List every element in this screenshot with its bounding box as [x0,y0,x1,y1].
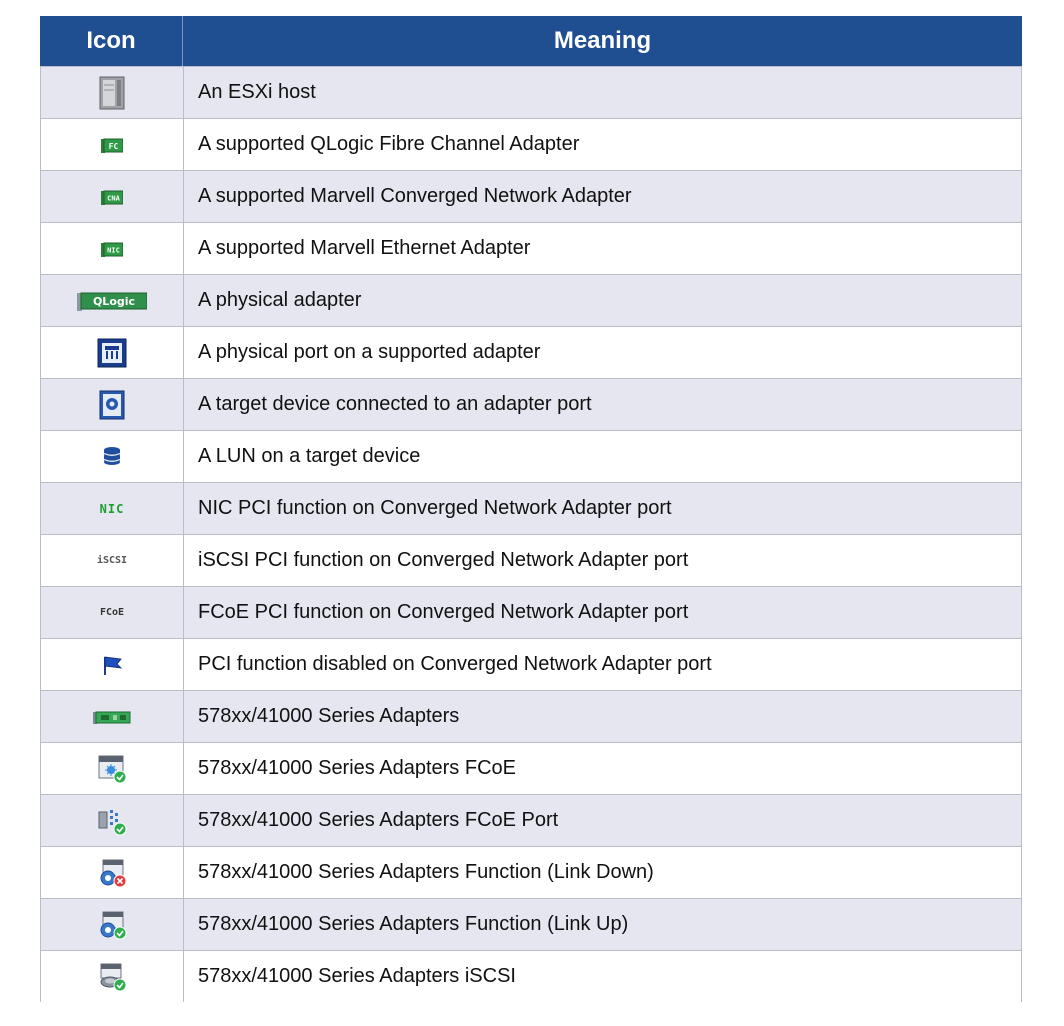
fcoe-function-icon-text: FCoE [99,607,125,618]
fc-adapter-icon: FC [95,128,129,162]
table-row: A physical port on a supported adapter [40,327,1022,379]
row-meaning: A LUN on a target device [198,445,421,467]
table-row: A LUN on a target device [40,431,1022,483]
nic-adapter-icon: NIC [95,232,129,266]
series-function-link-down-icon [95,856,129,890]
table-row: 578xx/41000 Series Adapters Function (Li… [40,899,1022,951]
table-row: FCoE FCoE PCI function on Converged Netw… [40,587,1022,639]
physical-adapter-icon: QLogic [76,284,148,318]
table-row: 578xx/41000 Series Adapters [40,691,1022,743]
row-meaning: NIC PCI function on Converged Network Ad… [198,497,672,519]
cna-adapter-icon: CNA [95,180,129,214]
table-row: An ESXi host [40,67,1022,119]
row-meaning: A target device connected to an adapter … [198,393,592,415]
row-meaning: 578xx/41000 Series Adapters Function (Li… [198,861,654,883]
cna-adapter-icon-text: CNA [107,194,120,202]
row-meaning: 578xx/41000 Series Adapters FCoE Port [198,809,559,831]
iscsi-function-icon-text: iSCSI [96,555,128,566]
table-row: A target device connected to an adapter … [40,379,1022,431]
disabled-function-icon [95,648,129,682]
table-row: NIC A supported Marvell Ethernet Adapter [40,223,1022,275]
table-header-row: Icon Meaning [40,16,1022,67]
table-row: PCI function disabled on Converged Netwo… [40,639,1022,691]
row-meaning: FCoE PCI function on Converged Network A… [198,601,689,623]
lun-icon [95,440,129,474]
row-meaning: 578xx/41000 Series Adapters FCoE [198,757,516,779]
row-meaning: A supported Marvell Converged Network Ad… [198,185,632,207]
row-meaning: PCI function disabled on Converged Netwo… [198,653,712,675]
row-meaning: iSCSI PCI function on Converged Network … [198,549,689,571]
fcoe-function-icon: FCoE [92,596,132,630]
row-meaning: A physical adapter [198,289,362,311]
row-meaning: 578xx/41000 Series Adapters Function (Li… [198,913,629,935]
table-row: iSCSI iSCSI PCI function on Converged Ne… [40,535,1022,587]
fc-adapter-icon-text: FC [109,142,119,151]
nic-adapter-icon-text: NIC [107,246,120,254]
table-row: 578xx/41000 Series Adapters FCoE Port [40,795,1022,847]
table-row: NIC NIC PCI function on Converged Networ… [40,483,1022,535]
series-fcoe-port-icon [95,804,129,838]
row-meaning: An ESXi host [198,81,316,103]
series-adapter-icon [92,700,132,734]
icon-column-header: Icon [40,16,183,66]
iscsi-function-icon: iSCSI [92,544,132,578]
table-row: QLogic A physical adapter [40,275,1022,327]
physical-adapter-icon-text: QLogic [93,295,135,308]
nic-function-icon: NIC [92,492,132,526]
row-meaning: 578xx/41000 Series Adapters [198,705,460,727]
table-row: FC A supported QLogic Fibre Channel Adap… [40,119,1022,171]
icon-legend-table: Icon Meaning An ESXi host FC A supported… [40,16,1022,1002]
row-meaning: A supported Marvell Ethernet Adapter [198,237,531,259]
series-fcoe-icon [95,752,129,786]
nic-function-icon-text: NIC [99,501,125,516]
table-row: CNA A supported Marvell Converged Networ… [40,171,1022,223]
row-meaning: A supported QLogic Fibre Channel Adapter [198,133,580,155]
row-meaning: A physical port on a supported adapter [198,341,541,363]
table-row: 578xx/41000 Series Adapters FCoE [40,743,1022,795]
target-device-icon [95,388,129,422]
series-function-link-up-icon [95,908,129,942]
series-iscsi-icon [95,960,129,994]
meaning-column-header: Meaning [553,27,652,54]
physical-port-icon [95,336,129,370]
row-meaning: 578xx/41000 Series Adapters iSCSI [198,965,516,987]
esxi-host-icon [95,76,129,110]
table-row: 578xx/41000 Series Adapters Function (Li… [40,847,1022,899]
table-row: 578xx/41000 Series Adapters iSCSI [40,951,1022,1002]
